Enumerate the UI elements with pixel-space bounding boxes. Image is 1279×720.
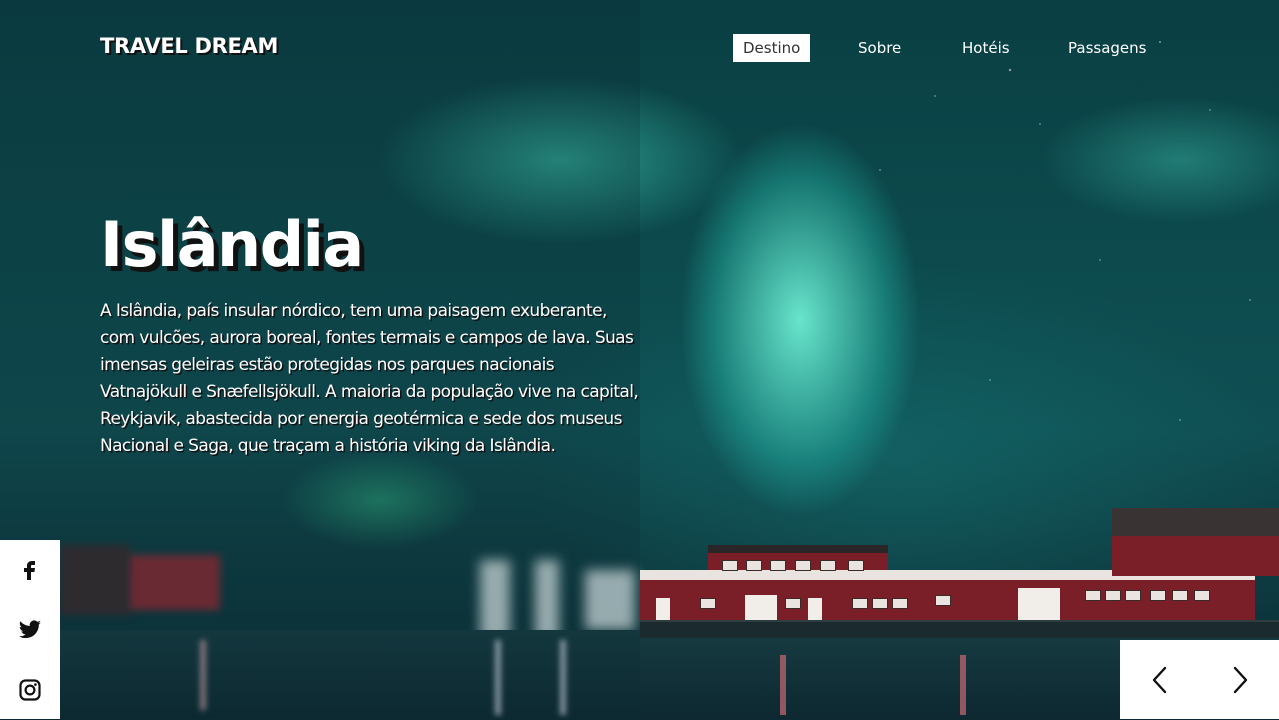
window bbox=[820, 560, 836, 571]
window bbox=[1125, 590, 1141, 601]
nav-item-hoteis[interactable]: Hotéis bbox=[962, 34, 1010, 62]
next-slide-button[interactable] bbox=[1200, 640, 1279, 719]
window bbox=[722, 560, 738, 571]
window bbox=[852, 598, 868, 609]
twitter-icon bbox=[19, 620, 41, 639]
window bbox=[1194, 590, 1210, 601]
window bbox=[746, 560, 762, 571]
building-door bbox=[656, 598, 670, 622]
window bbox=[1105, 590, 1121, 601]
window bbox=[785, 598, 801, 609]
light-reflection bbox=[780, 655, 786, 715]
window bbox=[700, 598, 716, 609]
prev-slide-button[interactable] bbox=[1120, 640, 1199, 719]
window bbox=[872, 598, 888, 609]
building-roof bbox=[708, 545, 888, 553]
pier bbox=[640, 620, 1279, 638]
facebook-icon bbox=[24, 561, 35, 580]
window bbox=[770, 560, 786, 571]
harbor-building bbox=[1112, 536, 1279, 576]
chevron-left-icon bbox=[1152, 666, 1166, 693]
building-door bbox=[808, 598, 822, 622]
chevron-right-icon bbox=[1233, 666, 1247, 693]
site-logo[interactable]: TRAVEL DREAM bbox=[100, 34, 278, 58]
building-door bbox=[745, 595, 777, 622]
slider-controls bbox=[1120, 640, 1279, 719]
window bbox=[1150, 590, 1166, 601]
nav-item-passagens[interactable]: Passagens bbox=[1068, 34, 1146, 62]
building-roof bbox=[1112, 508, 1279, 536]
window bbox=[1172, 590, 1188, 601]
instagram-button[interactable] bbox=[0, 660, 60, 720]
twitter-button[interactable] bbox=[0, 600, 60, 660]
social-bar bbox=[0, 540, 60, 719]
window bbox=[795, 560, 811, 571]
window bbox=[935, 595, 951, 606]
building-door bbox=[1018, 588, 1060, 620]
nav-item-sobre[interactable]: Sobre bbox=[858, 34, 901, 62]
destination-description: A Islândia, país insular nórdico, tem um… bbox=[100, 301, 639, 456]
window bbox=[848, 560, 864, 571]
nav-item-destino[interactable]: Destino bbox=[733, 34, 811, 62]
window bbox=[1085, 590, 1101, 601]
window bbox=[892, 598, 908, 609]
page-title: Islândia bbox=[100, 208, 364, 281]
facebook-button[interactable] bbox=[0, 540, 60, 600]
instagram-icon bbox=[19, 679, 41, 701]
light-reflection bbox=[960, 655, 966, 715]
